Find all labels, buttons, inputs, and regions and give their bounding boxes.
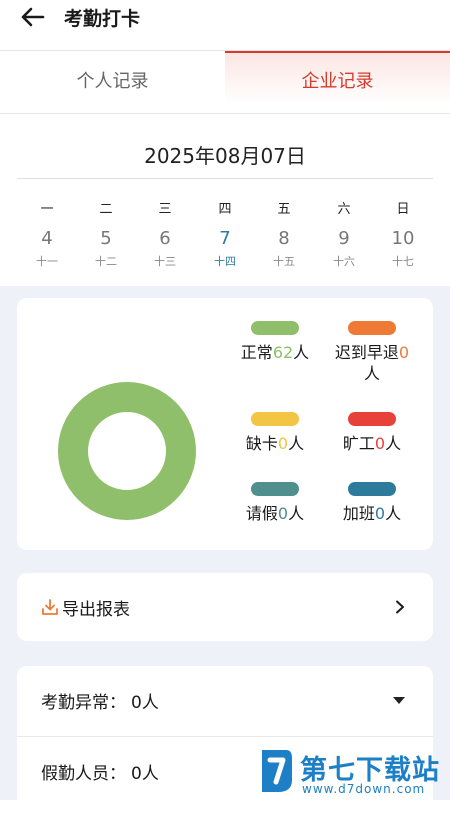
legend-label: 正常 xyxy=(240,343,273,362)
legend-count: 0 xyxy=(374,434,386,453)
legend-label: 旷工 xyxy=(342,434,375,453)
day-number: 6 xyxy=(159,228,171,249)
divider xyxy=(17,178,433,179)
donut-ring-normal xyxy=(58,382,196,520)
row-value: 0人 xyxy=(131,693,159,713)
legend-unit: 人 xyxy=(363,364,380,383)
site-watermark: 第七下载站 www.d7down.com xyxy=(256,746,446,798)
legend-late-early[interactable]: 迟到早退0人 xyxy=(322,321,422,384)
legend-unit: 人 xyxy=(288,504,305,523)
legend-swatch xyxy=(251,321,299,335)
day-number: 8 xyxy=(278,228,290,249)
week-calendar: 一 4 十一 二 5 十二 三 6 十三 四 7 十四 五 8 十五 六 9 十… xyxy=(17,198,433,270)
legend-count: 0 xyxy=(398,343,410,362)
legend-swatch xyxy=(348,321,396,335)
watermark-url: www.d7down.com xyxy=(302,782,426,796)
tab-bar: 个人记录 企业记录 xyxy=(0,51,450,114)
calendar-day[interactable]: 二 5 十二 xyxy=(76,198,136,269)
row-label: 考勤异常： xyxy=(41,693,126,713)
weekday-label: 二 xyxy=(99,202,113,217)
list-row-attendance-abnormal[interactable]: 考勤异常： 0人 xyxy=(17,666,433,736)
lunar-date: 十二 xyxy=(95,255,117,268)
attendance-stats-card: 正常62人 迟到早退0人 缺卡0人 旷工0人 请假0人 加班0人 xyxy=(17,298,433,550)
lunar-date: 十七 xyxy=(392,255,414,268)
row-label: 假勤人员： xyxy=(41,764,126,784)
calendar-day[interactable]: 日 10 十七 xyxy=(373,198,433,269)
legend-label: 请假 xyxy=(245,504,278,523)
app-header: 考勤打卡 xyxy=(0,0,450,51)
legend-count: 62 xyxy=(272,343,294,362)
tab-company-records[interactable]: 企业记录 xyxy=(225,51,450,113)
page-title: 考勤打卡 xyxy=(64,8,141,30)
weekday-label: 一 xyxy=(40,202,54,217)
lunar-date: 十三 xyxy=(154,255,176,268)
weekday-label: 四 xyxy=(218,202,232,217)
legend-label: 迟到早退 xyxy=(334,343,399,362)
lunar-date: 十四 xyxy=(214,255,236,268)
export-report-button[interactable]: 导出报表 xyxy=(17,573,433,641)
legend-count: 0 xyxy=(277,434,289,453)
day-number: 7 xyxy=(219,228,231,249)
lunar-date: 十六 xyxy=(333,255,355,268)
attendance-donut-chart xyxy=(58,382,196,520)
legend-unit: 人 xyxy=(288,434,305,453)
legend-count: 0 xyxy=(277,504,289,523)
legend-swatch xyxy=(251,482,299,496)
lunar-date: 十五 xyxy=(273,255,295,268)
arrow-left-icon[interactable] xyxy=(18,6,48,28)
day-number: 10 xyxy=(391,228,415,249)
calendar-day[interactable]: 一 4 十一 xyxy=(17,198,77,269)
tab-personal-records[interactable]: 个人记录 xyxy=(0,51,225,113)
weekday-label: 五 xyxy=(277,202,291,217)
legend-unit: 人 xyxy=(385,434,402,453)
current-date[interactable]: 2025年08月07日 xyxy=(0,140,450,169)
weekday-label: 日 xyxy=(396,202,410,217)
legend-label: 加班 xyxy=(342,504,375,523)
calendar-day[interactable]: 六 9 十六 xyxy=(314,198,374,269)
legend-unit: 人 xyxy=(293,343,310,362)
legend-unit: 人 xyxy=(385,504,402,523)
chevron-right-icon xyxy=(396,600,404,614)
day-number: 9 xyxy=(338,228,350,249)
legend-normal[interactable]: 正常62人 xyxy=(225,321,325,363)
legend-swatch xyxy=(348,482,396,496)
legend-swatch xyxy=(251,412,299,426)
lunar-date: 十一 xyxy=(36,255,58,268)
legend-count: 0 xyxy=(374,504,386,523)
legend-swatch xyxy=(348,412,396,426)
legend-leave[interactable]: 请假0人 xyxy=(225,482,325,524)
legend-absent[interactable]: 旷工0人 xyxy=(322,412,422,454)
day-number: 5 xyxy=(100,228,112,249)
weekday-label: 六 xyxy=(337,202,351,217)
legend-overtime[interactable]: 加班0人 xyxy=(322,482,422,524)
calendar-day-selected[interactable]: 四 7 十四 xyxy=(195,198,255,269)
row-value: 0人 xyxy=(131,764,159,784)
download-icon xyxy=(42,599,58,615)
calendar-day[interactable]: 五 8 十五 xyxy=(254,198,314,269)
caret-down-icon xyxy=(393,697,405,704)
watermark-logo-icon xyxy=(262,750,292,792)
legend-label: 缺卡 xyxy=(245,434,278,453)
day-number: 4 xyxy=(41,228,53,249)
calendar-day[interactable]: 三 6 十三 xyxy=(135,198,195,269)
weekday-label: 三 xyxy=(158,202,172,217)
export-report-label: 导出报表 xyxy=(62,600,130,620)
legend-missing-punch[interactable]: 缺卡0人 xyxy=(225,412,325,454)
